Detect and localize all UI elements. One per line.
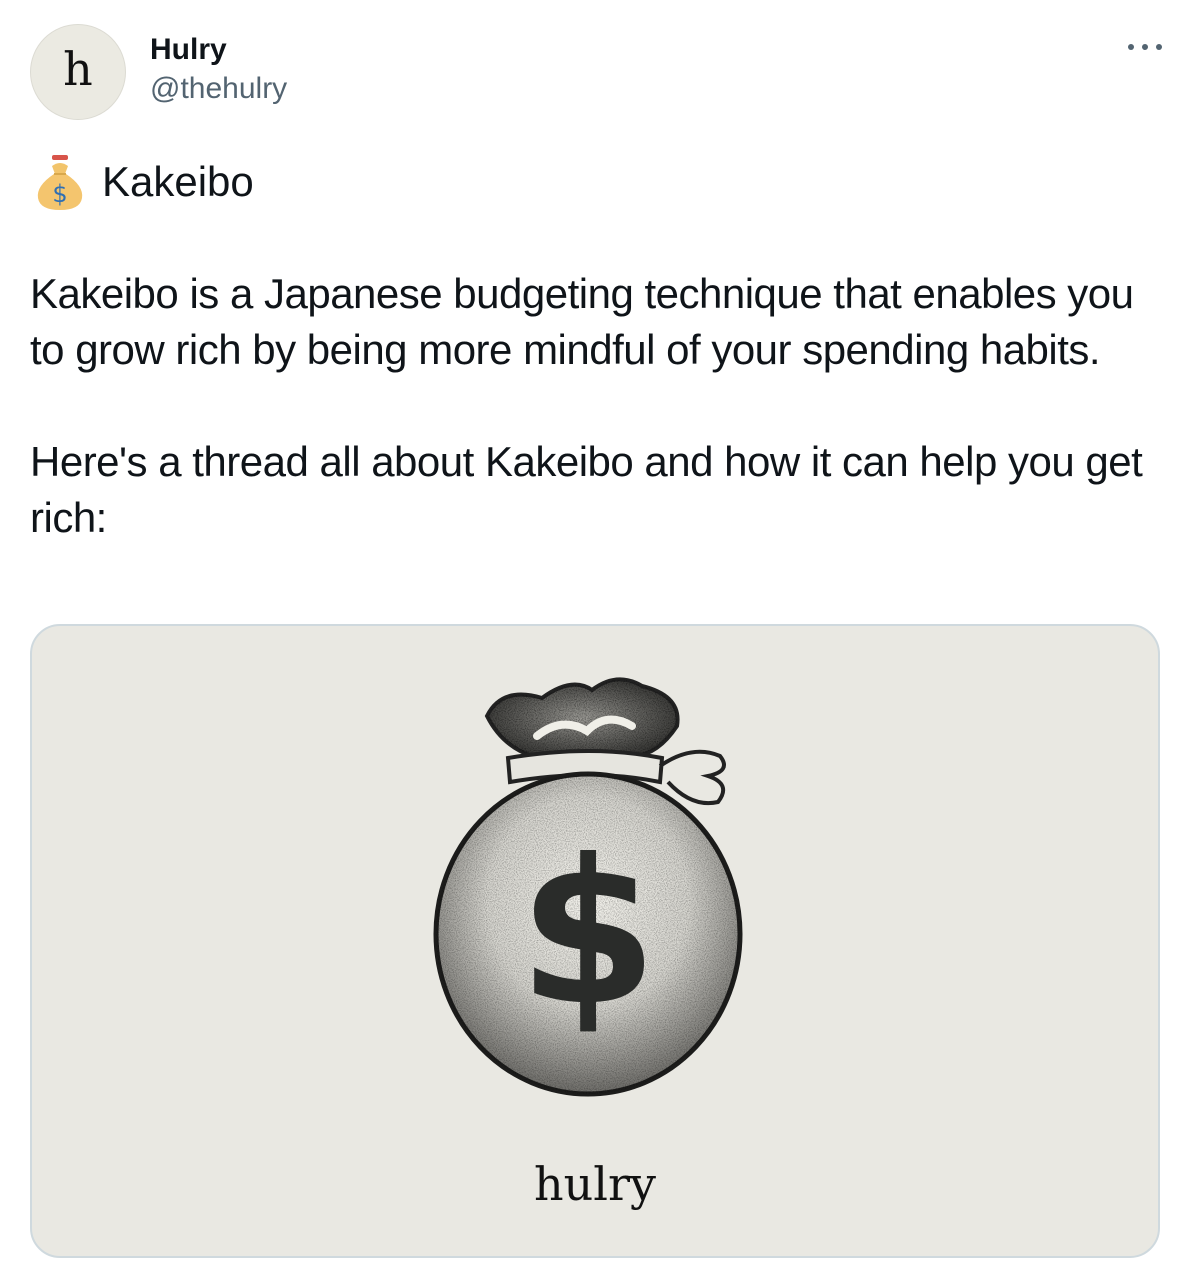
svg-text:$: $ xyxy=(52,180,67,208)
dollar-sign: $ xyxy=(518,817,657,1050)
tweet-paragraph: Kakeibo is a Japanese budgeting techniqu… xyxy=(30,270,1134,373)
headline-text: Kakeibo xyxy=(102,158,254,205)
tweet: h Hulry @thehulry $ Kakeibo Kakeibo is a… xyxy=(0,0,1192,1286)
avatar[interactable]: h xyxy=(30,24,126,120)
tweet-body: Kakeibo is a Japanese budgeting techniqu… xyxy=(30,266,1170,546)
tweet-paragraph: Here's a thread all about Kakeibo and ho… xyxy=(30,438,1143,541)
display-name[interactable]: Hulry xyxy=(150,32,227,68)
more-options-icon[interactable] xyxy=(1128,32,1162,62)
media-image[interactable]: $ hulry xyxy=(30,624,1160,1258)
avatar-letter: h xyxy=(63,42,93,96)
user-handle[interactable]: @thehulry xyxy=(150,71,287,107)
money-bag-icon: $ xyxy=(37,155,83,210)
brand-logo-text: hulry xyxy=(534,1157,656,1211)
bag-top xyxy=(484,677,680,758)
bag-body: $ xyxy=(433,771,743,1097)
tweet-headline: $ Kakeibo xyxy=(30,152,254,212)
